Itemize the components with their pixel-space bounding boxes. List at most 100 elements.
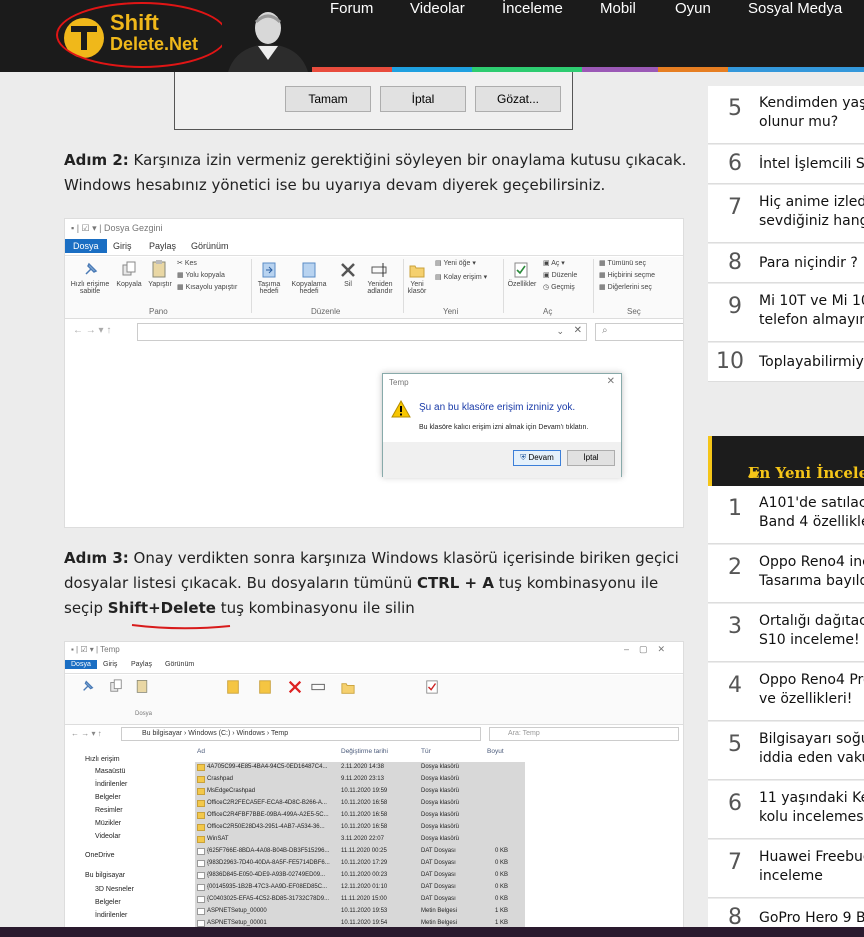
list-title-line2: Tasarıma bayıld [759, 573, 864, 589]
sidebar-list-item[interactable]: 9 Mi 10T ve Mi 10 telefon almayın [708, 284, 864, 342]
nav-item: Resimler [95, 807, 123, 814]
cell-type: Dosya klasörü [421, 824, 460, 830]
nav-oyun[interactable]: Oyun [675, 0, 711, 58]
sidebar-list-item[interactable]: 7 Huawei Freebuc inceleme [708, 840, 864, 898]
rib-label: Kopyala [116, 281, 142, 288]
cell-date: 10.11.2020 16:58 [341, 824, 388, 830]
sidebar-list-item[interactable]: 6 İntel İşlemcili S [708, 145, 864, 184]
sidebar-list-item[interactable]: 4 Oppo Reno4 Pro ve özellikleri! [708, 663, 864, 721]
table-row: WinSAT 3.11.2020 22:07 Dosya klasörü [195, 834, 525, 846]
cell-size: 0 KB [495, 884, 509, 890]
tab-giris: Giriş [113, 241, 132, 251]
pin-icon [85, 262, 98, 275]
sidebar-list-item[interactable]: 10 Toplayabilirmiy [708, 343, 864, 382]
cell-name: MsEdgeCrashpad [207, 788, 256, 794]
cell-name: 4A705C99-4E85-4BA4-94C5-0ED16487C4... [207, 764, 328, 770]
list-number: 6 [728, 791, 742, 816]
nav-mobil[interactable]: Mobil [600, 0, 636, 58]
group-sec: Seç [627, 307, 641, 316]
breadcrumb: Bu bilgisayar › Windows (C:) › Windows ›… [121, 727, 481, 741]
list-title: Oppo Reno4 Pro ve özellikleri! [759, 671, 864, 709]
cell-size: 0 KB [495, 860, 509, 866]
list-title-line2: sevdiğiniz hang [759, 213, 864, 229]
sidebar-list-item[interactable]: 1 A101'de satılac Band 4 özellikle [708, 486, 864, 544]
list-title-line1: Toplayabilirmiy [759, 354, 864, 370]
step2-text: Karşınıza izin vermeniz gerektiğini söyl… [64, 151, 687, 194]
folder-icon [197, 800, 205, 807]
list-title-line1: A101'de satılac [759, 495, 864, 511]
table-row: {00145935-1B2B-47C3-AA9D-EF08ED85C... 12.… [195, 882, 525, 894]
cell-name: {625F766E-8BDA-4A08-B04B-DB3F515296... [207, 848, 330, 854]
list-number: 3 [728, 614, 742, 639]
divider [251, 259, 252, 313]
rib-label: Yapıştır [148, 281, 172, 288]
nav-item: Masaüstü [95, 768, 126, 775]
nav-videolar[interactable]: Videolar [410, 0, 465, 58]
nav-item: OneDrive [85, 852, 115, 859]
cell-date: 10.11.2020 16:58 [341, 800, 388, 806]
cell-date: 11.11.2020 15:00 [341, 896, 387, 902]
nav-item: Bu bilgisayar [85, 872, 126, 879]
rib-label: ▣ Aç ▾ [543, 260, 565, 267]
section-title: En Yeni İncelem [748, 464, 864, 482]
cell-name: OfficeC2R2FECA5EF-ECA8-4D8C-B266-A... [207, 800, 327, 806]
sidebar-list-item[interactable]: 6 11 yaşındaki Ke kolu incelemesi [708, 781, 864, 839]
site-header: Shift Delete.Net Forum Videolar İnceleme… [0, 0, 864, 72]
list-title: Huawei Freebuc inceleme [759, 848, 864, 886]
table-row: {625F766E-8BDA-4A08-B04B-DB3F515296... 11… [195, 846, 525, 858]
tab-gorunum: Görünüm [191, 241, 229, 251]
nav-inceleme[interactable]: İnceleme [502, 0, 563, 58]
cell-name: ASPNETSetup_00000 [207, 908, 267, 914]
step3-paragraph: Adım 3: Onay verdikten sonra karşınıza W… [64, 546, 694, 621]
step2-paragraph: Adım 2: Karşınıza izin vermeniz gerektiğ… [64, 148, 694, 198]
nav-item: İndirilenler [95, 781, 128, 788]
warning-icon [391, 400, 411, 418]
sidebar-list-item[interactable]: 3 Ortalığı dağıtac S10 inceleme! ( [708, 604, 864, 662]
sidebar-list-item[interactable]: 5 Kendimden yaşç olunur mu? [708, 86, 864, 144]
cell-date: 10.11.2020 19:54 [341, 920, 388, 926]
list-number: 5 [728, 96, 742, 121]
list-title: GoPro Hero 9 B [759, 909, 864, 928]
tab-giris: Giriş [103, 661, 118, 668]
sidebar-list-item[interactable]: 5 Bilgisayarı soğu iddia eden vaku [708, 722, 864, 780]
group-pano: Pano [149, 307, 168, 316]
cell-name: {C0403025-EFA5-4C52-BD85-31732C78D9... [207, 896, 330, 902]
step3-label: Adım 3: [64, 549, 129, 567]
nav-forum[interactable]: Forum [330, 0, 373, 58]
cell-type: Metin Belgesi [421, 908, 458, 914]
rib-label: Yeniden adlandır [367, 281, 393, 295]
nav-item: Belgeler [95, 899, 121, 906]
new-folder-icon [409, 265, 425, 278]
article-content: Tamam İptal Gözat... Adım 2: Karşınıza i… [0, 72, 708, 937]
table-row: ASPNETSetup_00000 10.11.2020 19:53 Metin B… [195, 906, 525, 918]
rib-label: ▦ Hiçbirini seçme [599, 272, 656, 279]
rib-label: Taşıma hedefi [257, 281, 281, 295]
list-title: Hiç anime izled sevdiğiniz hang [759, 193, 864, 231]
cell-date: 9.11.2020 23:13 [341, 776, 384, 782]
tab-dosya: Dosya [65, 660, 97, 669]
list-title-line1: Oppo Reno4 Pro [759, 672, 864, 688]
group-duzenle: Düzenle [311, 307, 341, 316]
divider [503, 259, 504, 313]
sidebar-list-item[interactable]: 7 Hiç anime izled sevdiğiniz hang [708, 185, 864, 243]
table-row: {983D2963-7D40-40DA-8A5F-FE5714DBF6... 10… [195, 858, 525, 870]
site-logo[interactable]: Shift Delete.Net [56, 2, 228, 68]
list-title: Bilgisayarı soğu iddia eden vaku [759, 730, 864, 768]
list-title-line2: telefon almayın [759, 312, 864, 328]
cell-type: DAT Dosyası [421, 872, 456, 878]
list-number: 7 [728, 850, 742, 875]
rib-label: ▦ Tümünü seç [599, 260, 646, 267]
list-title-line2: Band 4 özellikle [759, 514, 864, 530]
paste-icon [152, 260, 166, 278]
list-title-line1: Huawei Freebuc [759, 849, 864, 865]
file-icon [197, 860, 205, 867]
rib-label: Sil [344, 281, 352, 288]
cell-date: 10.11.2020 16:58 [341, 812, 388, 818]
ribbon: Hızlı erişime sabitle Kopyala Yapıştır ✂… [65, 257, 683, 319]
sidebar-list-item[interactable]: 8 Para niçindir ? [708, 244, 864, 283]
tab-paylas: Paylaş [149, 241, 177, 251]
nav-sosyal-medya[interactable]: Sosyal Medya [748, 0, 842, 58]
sidebar-list-item[interactable]: 2 Oppo Reno4 inc Tasarıma bayıld [708, 545, 864, 603]
delete-icon [341, 263, 355, 277]
list-title-line1: Kendimden yaşç [759, 95, 864, 111]
